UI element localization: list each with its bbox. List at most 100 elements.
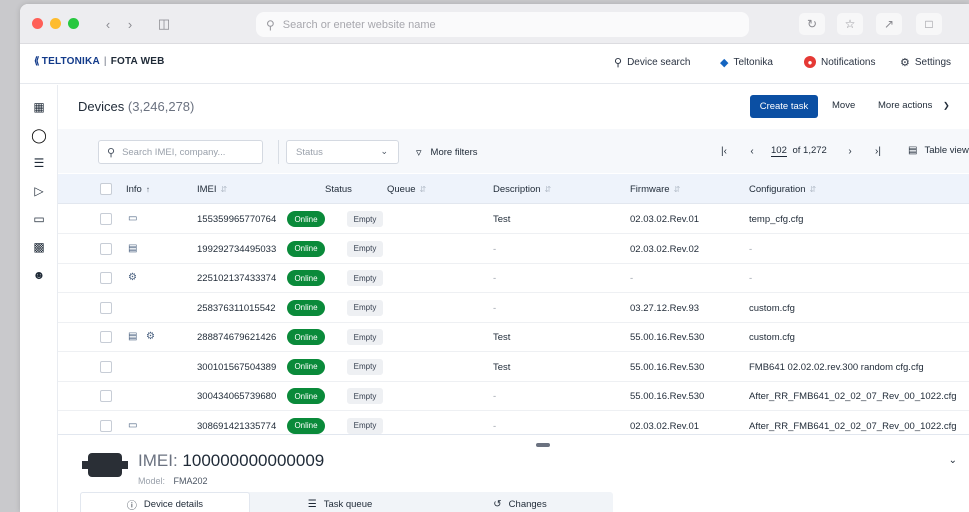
configuration-cell: temp_cfg.cfg (749, 214, 804, 225)
row-checkbox[interactable] (100, 242, 112, 255)
table-row[interactable]: 258376311015542 Online Empty - 03.27.12.Rev.… (58, 294, 969, 323)
status-select[interactable]: Status ⌄ (286, 140, 399, 164)
row-checkbox[interactable] (100, 331, 112, 343)
table-row[interactable]: ▤ ⚙ 288874679621426 Online Empty Test 55.00.16… (58, 323, 969, 352)
teltonika-logo[interactable]: ⟪ TELTONIKA | FOTA WEB (34, 56, 165, 67)
back-icon[interactable]: ‹ (98, 15, 118, 33)
forward-icon[interactable]: › (120, 15, 140, 33)
search-icon: ⚲ (266, 17, 275, 32)
tab-task-queue[interactable]: ☰ Task queue (255, 492, 425, 512)
current-page-input[interactable]: 102 (771, 145, 787, 157)
nav-device-search[interactable]: ⚲ Device search (614, 56, 690, 69)
firmware-cell: 02.03.02.Rev.01 (630, 214, 700, 225)
more-actions-button[interactable]: More actions ❯ (878, 100, 950, 111)
files-icon[interactable]: ▭ (31, 211, 47, 227)
tab-device-details[interactable]: ⓘ Device details (80, 492, 250, 512)
sidebar-toggle-icon[interactable]: ◫ (154, 15, 174, 33)
tab-label: Task queue (323, 498, 373, 510)
column-header-status[interactable]: Status (325, 184, 352, 195)
move-button[interactable]: Move (832, 100, 855, 111)
tab-changes[interactable]: ↺ Changes (430, 492, 610, 512)
queue-badge: Empty (347, 417, 383, 434)
prev-page-button[interactable]: ‹ (742, 140, 762, 162)
select-all-checkbox[interactable] (100, 183, 112, 195)
row-checkbox[interactable] (100, 360, 112, 373)
last-page-button[interactable]: ›| (868, 140, 888, 162)
description-cell: - (493, 273, 497, 284)
device-icon[interactable]: ▭ (128, 213, 137, 224)
device-model: Model: FMA202 (138, 476, 208, 486)
nav-settings[interactable]: ⚙ Settings (900, 56, 951, 69)
teltonika-logo-icon: ⟪ (34, 56, 40, 67)
table-view-label: Table view (924, 145, 969, 156)
sort-icon: ⇵ (419, 185, 427, 194)
column-label: Configuration (749, 184, 806, 195)
nav-device-search-label: Device search (627, 57, 691, 68)
imei-cell: 300101567504389 (197, 361, 277, 373)
devices-icon[interactable]: ◯ (31, 127, 47, 143)
imei-cell: 288874679621426 (197, 332, 277, 343)
model-value: FMA202 (173, 476, 208, 486)
firmware-cell: 55.00.16.Rev.530 (630, 361, 705, 373)
device-models-icon[interactable]: ▷ (31, 183, 47, 199)
status-badge: Online (287, 417, 325, 434)
chat-icon[interactable]: ▤ (128, 243, 137, 254)
reload-icon[interactable]: ↻ (799, 13, 825, 35)
column-header-info[interactable]: Info ↑ (126, 184, 150, 195)
device-detail-panel: IMEI: 100000000000009 Model: FMA202 ⌄ ⓘ … (58, 434, 969, 512)
create-task-button[interactable]: Create task (750, 95, 818, 118)
configuration-cell: FMB641 02.02.02.rev.300 random cfg.cfg (749, 361, 924, 373)
bookmark-star-icon[interactable]: ☆ (837, 13, 863, 35)
notification-icon: ● (804, 56, 816, 68)
row-checkbox[interactable] (100, 301, 112, 314)
users-icon[interactable]: ☻ (31, 267, 47, 283)
nav-teltonika[interactable]: ◆ Teltonika (720, 56, 773, 69)
table-row[interactable]: 300101567504389 Online Empty Test 55.00.16.R… (58, 353, 969, 382)
column-header-imei[interactable]: IMEI ⇵ (197, 184, 227, 195)
collapse-panel-icon[interactable]: ⌄ (949, 455, 957, 466)
firmware-cell: 55.00.16.Rev.530 (630, 391, 705, 402)
table-row[interactable]: ⚙ 225102137433374 Online Empty - - - (58, 264, 969, 293)
settings-icon[interactable]: ⚙ (128, 272, 137, 283)
configuration-cell: After_RR_FMB641_02_02_07_Rev_00_1022.cfg (749, 391, 957, 402)
panel-resize-handle[interactable] (536, 443, 550, 447)
search-input[interactable]: ⚲ Search IMEI, company... (98, 140, 263, 164)
settings-icon[interactable]: ⚙ (146, 331, 155, 342)
share-icon[interactable]: ↗ (876, 13, 902, 35)
table-row[interactable]: ▤ 199292734495033 Online Empty - 02.03.02.Rev… (58, 235, 969, 264)
table-view-button[interactable]: ▤ Table view (908, 145, 969, 156)
minimize-window-button[interactable] (50, 18, 61, 29)
next-page-button[interactable]: › (840, 140, 860, 162)
device-icon[interactable]: ▭ (128, 420, 137, 431)
table-row[interactable]: ▭ 155359965770764 Online Empty Test 02.03.02.… (58, 205, 969, 234)
first-page-button[interactable]: |‹ (714, 140, 734, 162)
chat-icon[interactable]: ▤ (128, 331, 137, 342)
close-window-button[interactable] (32, 18, 43, 29)
description-cell: Test (493, 214, 511, 225)
description-cell: Test (493, 361, 511, 373)
table-row[interactable]: 300434065739680 Online Empty - 55.00.16.Rev.… (58, 382, 969, 411)
nav-settings-label: Settings (914, 57, 952, 68)
imei-label: IMEI: (138, 451, 178, 470)
column-header-firmware[interactable]: Firmware ⇵ (630, 184, 680, 195)
row-checkbox[interactable] (100, 390, 112, 402)
row-checkbox[interactable] (100, 213, 112, 225)
configuration-cell: - (749, 243, 753, 255)
tabs-icon[interactable]: □ (916, 13, 942, 35)
status-badge: Online (287, 299, 325, 316)
companies-icon[interactable]: ▩ (31, 239, 47, 255)
row-checkbox[interactable] (100, 272, 112, 284)
maximize-window-button[interactable] (68, 18, 79, 29)
more-filters-button[interactable]: ▿ More filters (416, 146, 478, 159)
nav-notifications[interactable]: ● Notifications (804, 56, 875, 68)
address-bar[interactable]: ⚲ Search or eneter website name (256, 12, 749, 37)
configuration-cell: After_RR_FMB641_02_02_07_Rev_00_1022.cfg (749, 420, 957, 432)
dashboard-icon[interactable]: ▦ (31, 99, 47, 115)
device-count: (3,246,278) (127, 99, 195, 114)
column-header-configuration[interactable]: Configuration ⇵ (749, 184, 816, 195)
column-header-queue[interactable]: Queue ⇵ (387, 184, 426, 195)
row-checkbox[interactable] (100, 419, 112, 432)
column-header-description[interactable]: Description ⇵ (493, 184, 551, 195)
teltonika-icon: ◆ (720, 57, 729, 69)
tasks-icon[interactable]: ☰ (31, 155, 47, 171)
